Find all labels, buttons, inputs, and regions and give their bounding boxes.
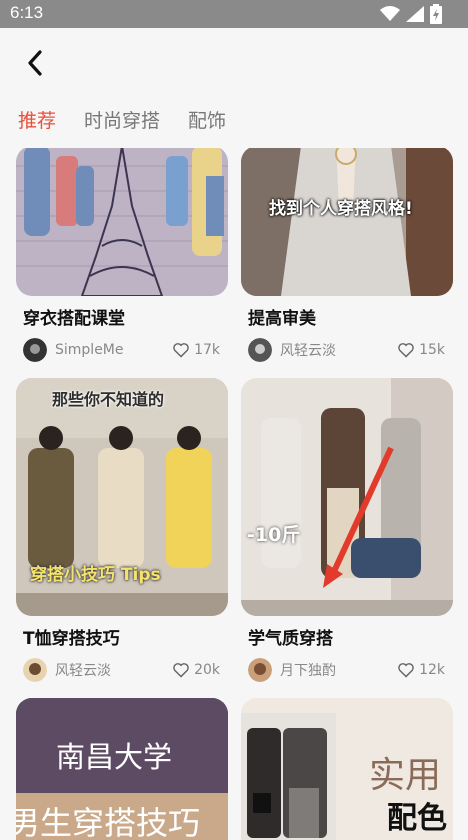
status-icons [380, 4, 442, 24]
tab-label: 配饰 [188, 110, 227, 132]
wifi-icon [380, 6, 400, 21]
post-card[interactable]: 找到个人穿搭风格! 提高审美 风轻云淡 15k [241, 148, 453, 363]
signal-icon [406, 6, 424, 22]
thumbnail-caption-top: 那些你不知道的 [52, 390, 165, 409]
post-thumbnail[interactable]: 那些你不知道的 穿搭小技巧 Tips [16, 378, 228, 616]
post-meta: 风轻云淡 20k [16, 657, 228, 683]
post-card[interactable]: 南昌大学 男生穿搭技巧 [16, 698, 228, 840]
cardigan-photo [241, 148, 453, 296]
post-title: 提高审美 [248, 309, 316, 329]
thumbnail-caption-top: 实用 [369, 755, 442, 796]
author-name[interactable]: 风轻云淡 [280, 340, 397, 360]
like-count: 12k [419, 662, 445, 678]
post-thumbnail[interactable]: -10斤 [241, 378, 453, 616]
battery-icon [430, 4, 442, 24]
status-time: 6:13 [10, 3, 44, 22]
heart-icon [398, 343, 414, 358]
author-name[interactable]: SimpleMe [55, 342, 172, 358]
post-thumbnail[interactable]: 实用 配色 [241, 698, 453, 840]
thumbnail-caption: 找到个人穿搭风格! [269, 199, 413, 219]
post-card[interactable]: 穿衣搭配课堂 SimpleMe 17k [16, 148, 228, 363]
tab-recommend[interactable]: 推荐 [18, 106, 56, 133]
post-card[interactable]: -10斤 学气质穿搭 月下独酌 12k [241, 378, 453, 683]
eiffel-illustration [16, 148, 228, 296]
heart-icon [173, 663, 189, 678]
like-button[interactable]: 20k [172, 662, 228, 678]
like-button[interactable]: 15k [397, 342, 453, 358]
post-card[interactable]: 那些你不知道的 穿搭小技巧 Tips T恤穿搭技巧 风轻云淡 20k [16, 378, 228, 683]
post-title: T恤穿搭技巧 [23, 629, 120, 649]
elegant-outfit-photo [241, 378, 453, 616]
thumbnail-caption: -10斤 [247, 524, 301, 546]
tab-label: 时尚穿搭 [84, 110, 161, 132]
like-count: 15k [419, 342, 445, 358]
author-name[interactable]: 风轻云淡 [55, 660, 172, 680]
thumbnail-caption-top: 南昌大学 [56, 740, 173, 774]
content-feed: 穿衣搭配课堂 SimpleMe 17k 找到个人穿搭风格! 提高审美 风轻云淡 … [0, 148, 468, 840]
post-title: 学气质穿搭 [248, 629, 333, 649]
header: 推荐 时尚穿搭 配饰 [0, 28, 468, 148]
post-meta: 风轻云淡 15k [241, 337, 453, 363]
author-name[interactable]: 月下独酌 [280, 660, 397, 680]
avatar[interactable] [23, 338, 47, 362]
post-meta: 月下独酌 12k [241, 657, 453, 683]
thumbnail-caption-bottom: 男生穿搭技巧 [16, 804, 201, 840]
avatar[interactable] [23, 658, 47, 682]
category-tabs: 推荐 时尚穿搭 配饰 [18, 106, 226, 133]
like-count: 17k [194, 342, 220, 358]
back-button[interactable] [20, 48, 50, 78]
heart-icon [173, 343, 189, 358]
post-thumbnail[interactable]: 南昌大学 男生穿搭技巧 [16, 698, 228, 840]
status-bar: 6:13 [0, 0, 468, 28]
like-count: 20k [194, 662, 220, 678]
post-card[interactable]: 实用 配色 [241, 698, 453, 840]
thumbnail-caption-bottom: 配色 [387, 801, 447, 836]
avatar[interactable] [248, 338, 272, 362]
post-thumbnail[interactable] [16, 148, 228, 296]
heart-icon [398, 663, 414, 678]
avatar[interactable] [248, 658, 272, 682]
post-thumbnail[interactable]: 找到个人穿搭风格! [241, 148, 453, 296]
thumbnail-caption-bottom: 穿搭小技巧 Tips [30, 565, 161, 585]
back-arrow-icon [28, 50, 42, 76]
post-meta: SimpleMe 17k [16, 337, 228, 363]
like-button[interactable]: 12k [397, 662, 453, 678]
like-button[interactable]: 17k [172, 342, 228, 358]
tab-label: 推荐 [18, 110, 57, 132]
tab-accessories[interactable]: 配饰 [188, 106, 226, 133]
post-title: 穿衣搭配课堂 [23, 309, 125, 329]
tab-fashion[interactable]: 时尚穿搭 [84, 106, 160, 133]
